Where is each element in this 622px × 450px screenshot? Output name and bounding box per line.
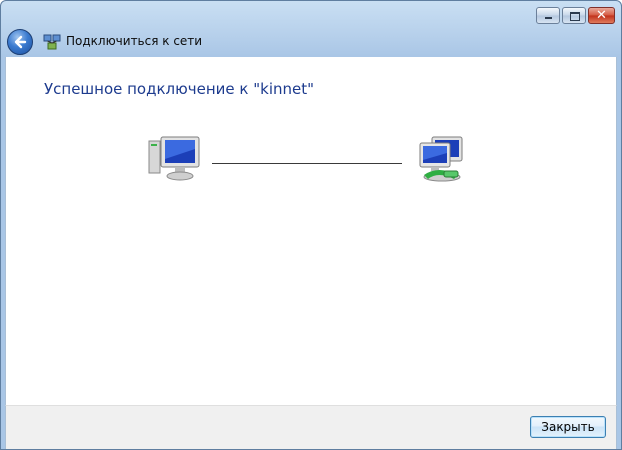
connection-line xyxy=(212,163,402,164)
wizard-window: ✕ Подключиться к сети Успешное подключен… xyxy=(0,0,622,450)
maximize-icon xyxy=(570,12,580,21)
wizard-footer: Закрыть xyxy=(5,405,617,449)
network-wizard-icon xyxy=(43,34,61,50)
minimize-button[interactable] xyxy=(536,7,560,24)
success-heading: Успешное подключение к "kinnet" xyxy=(44,80,315,98)
close-window-button[interactable]: ✕ xyxy=(588,7,615,24)
network-icon xyxy=(419,136,463,182)
close-button[interactable]: Закрыть xyxy=(530,416,606,438)
maximize-button[interactable] xyxy=(562,7,586,24)
computer-icon xyxy=(148,136,200,181)
wizard-title: Подключиться к сети xyxy=(66,34,203,48)
caption-buttons: ✕ xyxy=(536,7,615,24)
minimize-icon xyxy=(545,17,552,19)
content-panel: Успешное подключение к "kinnet" xyxy=(5,57,617,405)
back-button[interactable] xyxy=(7,29,33,55)
wizard-nav-bar: Подключиться к сети xyxy=(1,27,621,57)
back-arrow-icon xyxy=(14,35,27,49)
close-icon: ✕ xyxy=(596,8,607,23)
